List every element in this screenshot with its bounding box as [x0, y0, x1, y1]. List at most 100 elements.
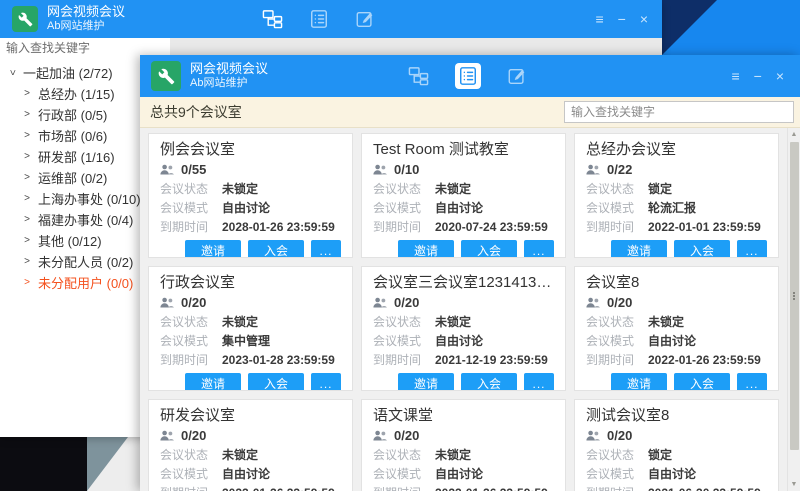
meeting-list-icon[interactable]	[455, 63, 481, 89]
people-icon	[586, 430, 600, 441]
join-button[interactable]: 入会	[248, 373, 304, 391]
vertical-scrollbar[interactable]: ▲ ▼	[787, 128, 800, 491]
expire-value: 2023-01-28 23:59:59	[222, 353, 335, 367]
chevron-right-icon[interactable]: >	[23, 214, 31, 225]
invite-button[interactable]: 邀请	[611, 373, 667, 391]
chevron-right-icon[interactable]: >	[23, 277, 31, 288]
more-button[interactable]: ...	[311, 240, 341, 258]
tree-item-label: 运维部 (0/2)	[38, 168, 107, 187]
close-icon[interactable]: ×	[640, 12, 648, 26]
status-label: 会议状态	[373, 313, 435, 330]
room-card: 会议室8 0/20 会议状态 未锁定 会议模式 自由讨论 到期时间 2022-0…	[574, 266, 779, 391]
expire-value: 2020-07-24 23:59:59	[435, 220, 548, 234]
status-value: 未锁定	[435, 446, 471, 463]
status-label: 会议状态	[160, 180, 222, 197]
org-chart-icon[interactable]	[408, 66, 429, 86]
status-value: 未锁定	[435, 313, 471, 330]
mode-label: 会议模式	[586, 332, 648, 349]
org-chart-icon[interactable]	[262, 9, 283, 29]
room-grid: 例会会议室 0/55 会议状态 未锁定 会议模式 自由讨论 到期时间 2028-…	[140, 128, 800, 491]
people-icon	[586, 164, 600, 175]
chevron-right-icon[interactable]: >	[23, 151, 31, 162]
room-name: 研发会议室	[160, 405, 341, 426]
room-name: 语文课堂	[373, 405, 554, 426]
chevron-right-icon[interactable]: >	[23, 193, 31, 204]
room-name: 例会会议室	[160, 139, 341, 160]
room-name: 会议室8	[586, 272, 767, 293]
mode-value: 轮流汇报	[648, 199, 696, 216]
join-button[interactable]: 入会	[461, 373, 517, 391]
chevron-right-icon[interactable]: >	[23, 88, 31, 99]
scroll-up-icon[interactable]: ▲	[791, 128, 798, 141]
status-label: 会议状态	[160, 446, 222, 463]
tree-item-label: 未分配人员 (0/2)	[38, 252, 133, 271]
room-card: 总经办会议室 0/22 会议状态 锁定 会议模式 轮流汇报 到期时间 2022-…	[574, 133, 779, 258]
minimize-icon[interactable]: −	[754, 69, 762, 83]
menu-icon[interactable]: ≡	[731, 69, 739, 83]
expire-value: 2022-01-26 23:59:59	[648, 353, 761, 367]
participant-count: 0/10	[394, 162, 419, 177]
invite-button[interactable]: 邀请	[185, 373, 241, 391]
meeting-rooms-titlebar: 网会视频会议 Ab网站维护 ≡ − ×	[140, 55, 800, 97]
wallpaper-slate-triangle	[87, 437, 128, 491]
app-title: 网会视频会议	[190, 62, 268, 77]
more-button[interactable]: ...	[524, 240, 554, 258]
mode-label: 会议模式	[586, 199, 648, 216]
scrollbar-thumb[interactable]	[790, 142, 799, 450]
join-button[interactable]: 入会	[674, 240, 730, 258]
chevron-down-icon[interactable]: >	[7, 69, 18, 77]
mode-value: 自由讨论	[222, 199, 270, 216]
wallpaper-triangle	[662, 0, 800, 55]
expire-value: 2022-01-01 23:59:59	[648, 220, 761, 234]
room-search-input[interactable]	[564, 101, 794, 123]
more-button[interactable]: ...	[737, 373, 767, 391]
meeting-list-icon[interactable]	[309, 9, 329, 29]
chevron-right-icon[interactable]: >	[23, 130, 31, 141]
join-button[interactable]: 入会	[461, 240, 517, 258]
minimize-icon[interactable]: −	[618, 12, 626, 26]
wallpaper-dark-block	[0, 437, 87, 491]
people-icon	[586, 297, 600, 308]
contacts-titlebar: 网会视频会议 Ab网站维护 ≡ − ×	[0, 0, 662, 38]
invite-button[interactable]: 邀请	[185, 240, 241, 258]
chevron-right-icon[interactable]: >	[23, 172, 31, 183]
room-count-summary: 总共9个会议室	[140, 102, 242, 122]
expire-label: 到期时间	[160, 218, 222, 235]
screen: 网会视频会议 Ab网站维护 ≡ − × > 一起加油 (2/72)	[0, 0, 800, 491]
room-card: 语文课堂 0/20 会议状态 未锁定 会议模式 自由讨论 到期时间 2022-0…	[361, 399, 566, 491]
close-icon[interactable]: ×	[776, 69, 784, 83]
participant-count: 0/20	[607, 428, 632, 443]
participant-count: 0/22	[607, 162, 632, 177]
more-button[interactable]: ...	[524, 373, 554, 391]
app-title: 网会视频会议	[47, 5, 125, 20]
participant-count: 0/55	[181, 162, 206, 177]
mode-label: 会议模式	[160, 199, 222, 216]
invite-button[interactable]: 邀请	[398, 240, 454, 258]
chevron-right-icon[interactable]: >	[23, 256, 31, 267]
desktop-wallpaper-top-right	[662, 0, 800, 55]
app-subtitle: Ab网站维护	[47, 20, 125, 33]
more-button[interactable]: ...	[737, 240, 767, 258]
edit-icon[interactable]	[507, 66, 527, 86]
invite-button[interactable]: 邀请	[398, 373, 454, 391]
join-button[interactable]: 入会	[674, 373, 730, 391]
chevron-right-icon[interactable]: >	[23, 109, 31, 120]
scroll-down-icon[interactable]: ▼	[791, 478, 798, 491]
mode-value: 集中管理	[222, 332, 270, 349]
more-button[interactable]: ...	[311, 373, 341, 391]
people-icon	[160, 430, 174, 441]
people-icon	[373, 297, 387, 308]
join-button[interactable]: 入会	[248, 240, 304, 258]
invite-button[interactable]: 邀请	[611, 240, 667, 258]
chevron-right-icon[interactable]: >	[23, 235, 31, 246]
edit-icon[interactable]	[355, 9, 375, 29]
room-name: Test Room 测试教室	[373, 139, 554, 160]
mode-label: 会议模式	[160, 332, 222, 349]
participant-count: 0/20	[181, 428, 206, 443]
tree-item-label: 福建办事处 (0/4)	[38, 210, 133, 229]
expire-label: 到期时间	[373, 351, 435, 368]
menu-icon[interactable]: ≡	[595, 12, 603, 26]
wrench-icon	[18, 12, 33, 27]
mode-value: 自由讨论	[435, 199, 483, 216]
desktop-wallpaper-bottom-left	[0, 437, 140, 491]
